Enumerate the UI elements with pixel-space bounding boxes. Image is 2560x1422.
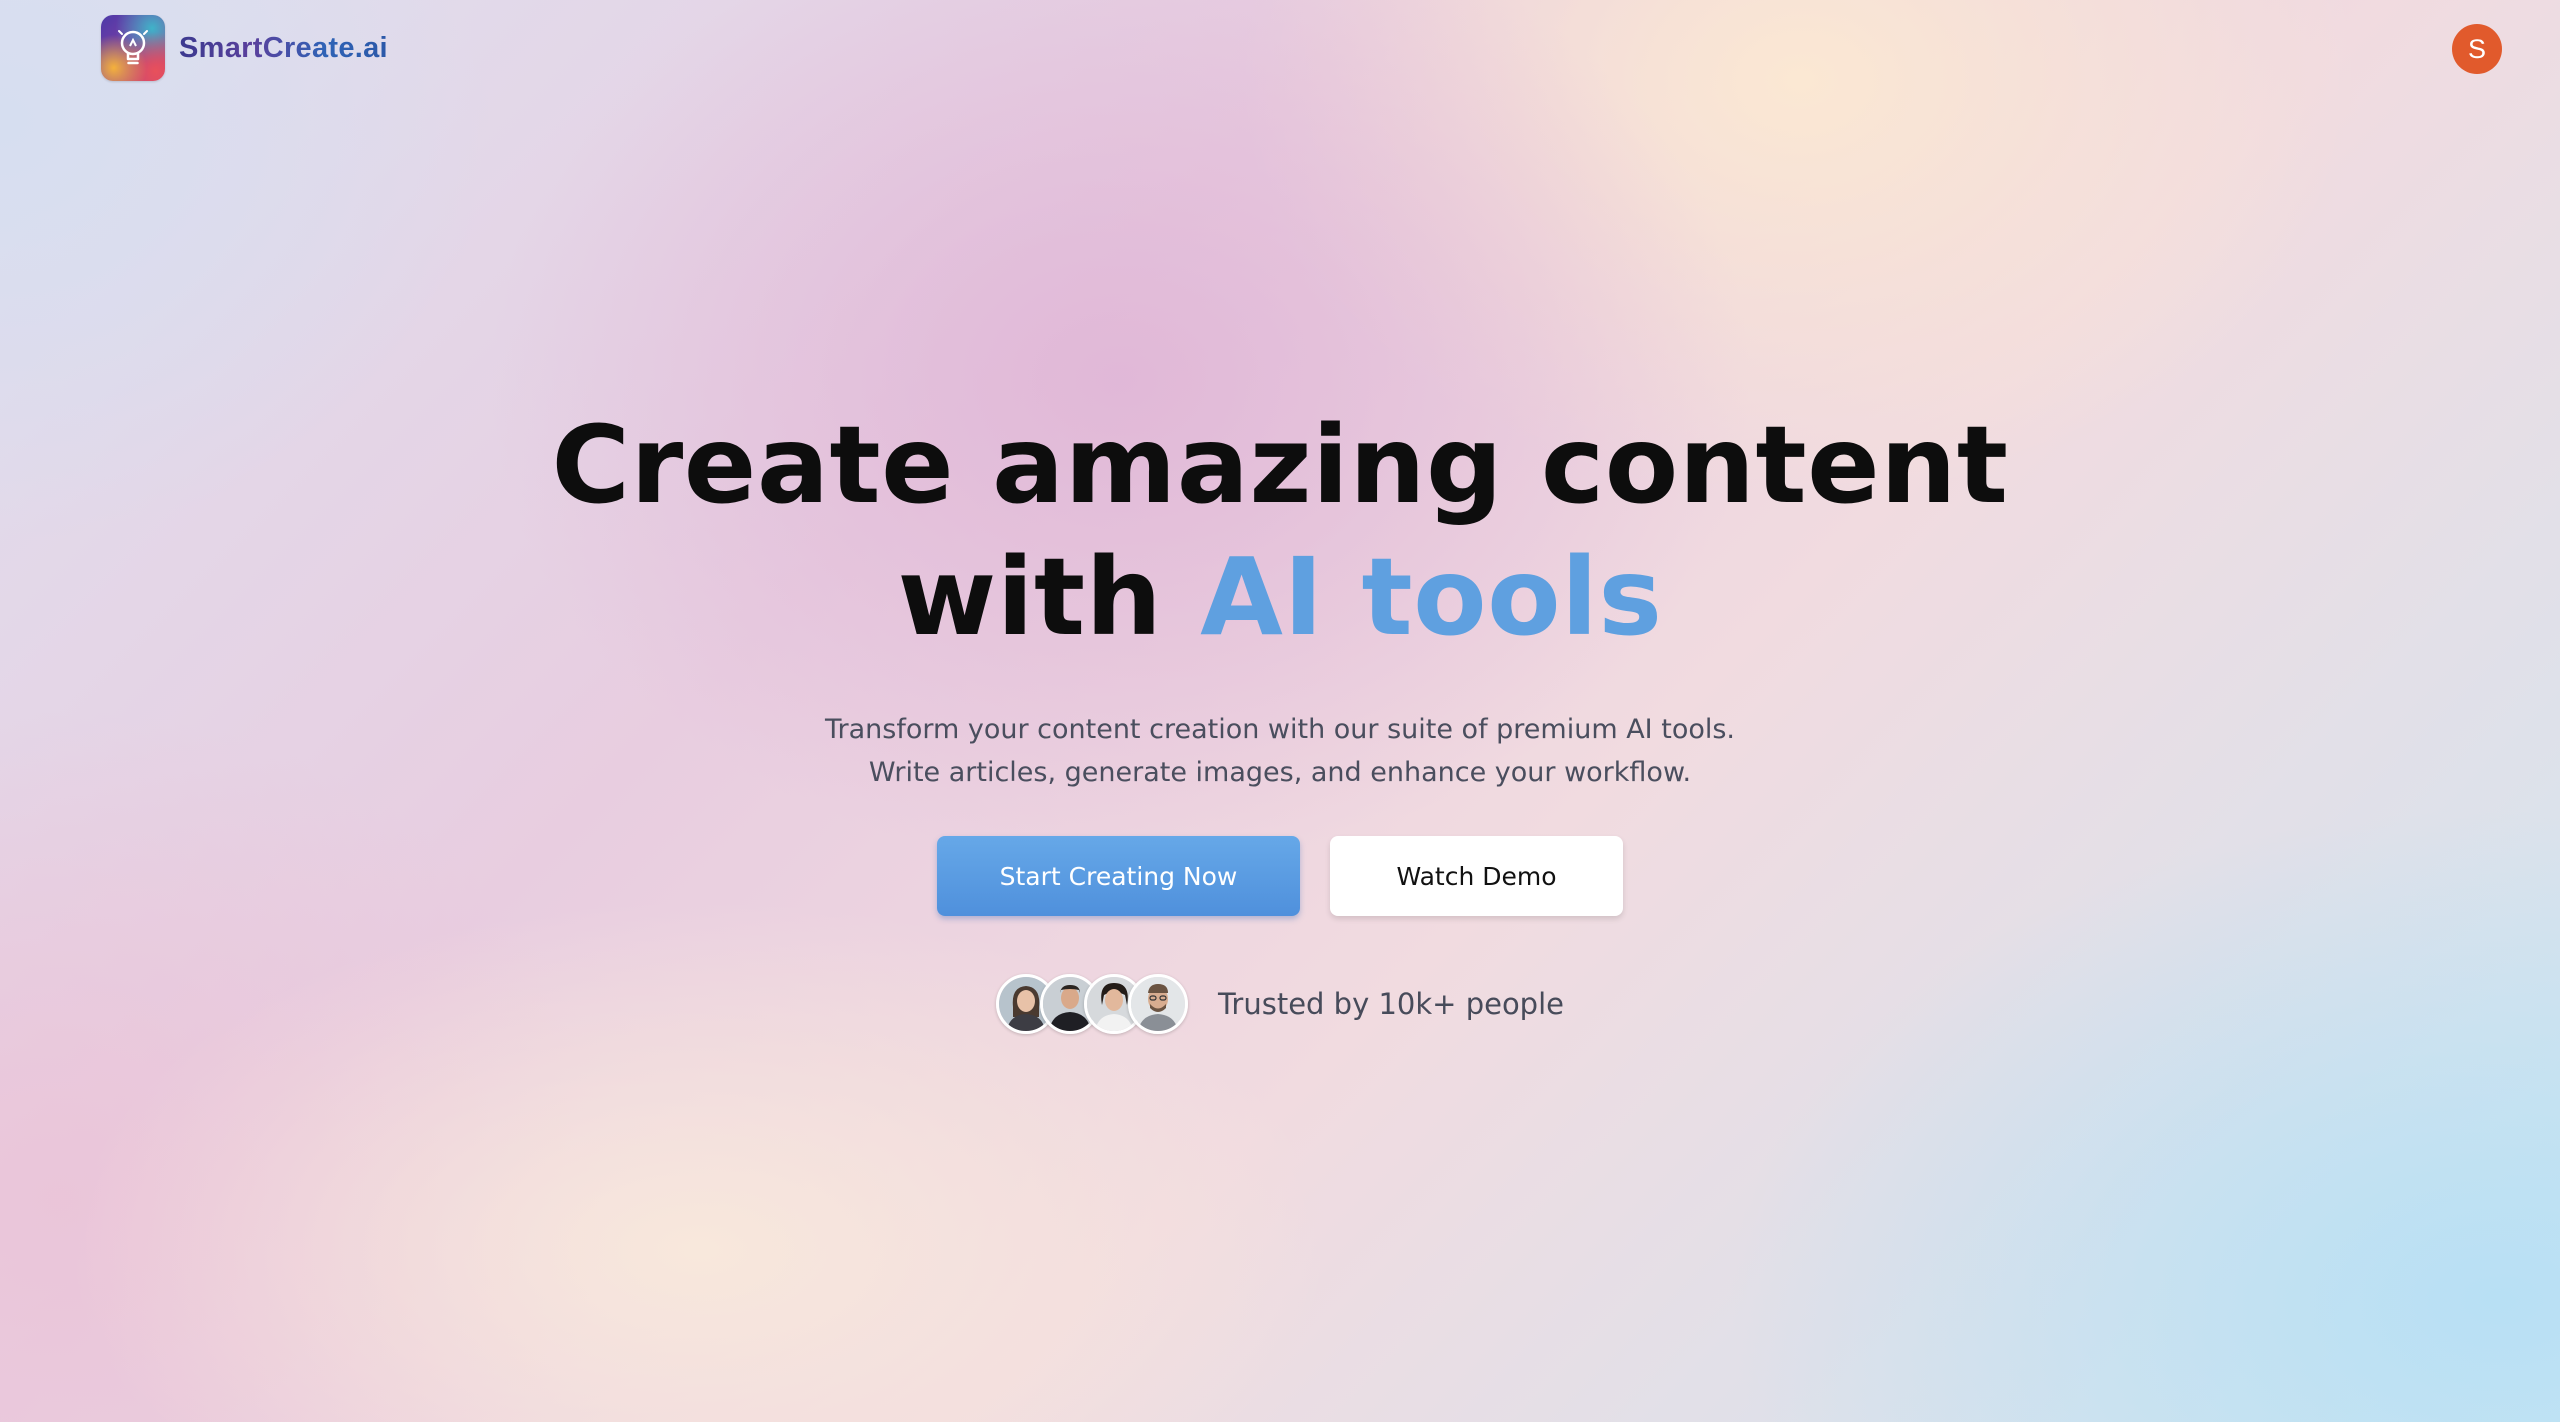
cta-button-group: Start Creating Now Watch Demo	[0, 836, 2560, 916]
social-proof: Trusted by 10k+ people	[0, 974, 2560, 1034]
user-avatar-initial: S	[2467, 33, 2486, 64]
user-avatar-button[interactable]: S	[2452, 24, 2502, 74]
hero-subtitle: Transform your content creation with our…	[730, 708, 1830, 794]
headline-line-1: Create amazing content	[551, 404, 2009, 528]
avatar-stack	[995, 974, 1188, 1034]
subtitle-line-1: Transform your content creation with our…	[824, 714, 1736, 745]
headline-line-2-prefix: with	[897, 536, 1163, 660]
person-avatar-4	[1127, 974, 1188, 1034]
start-creating-button[interactable]: Start Creating Now	[937, 836, 1300, 916]
headline-accent-text: AI tools	[1200, 536, 1663, 660]
hero-headline: Create amazing content with AI tools	[0, 400, 2560, 664]
lightbulb-icon	[101, 15, 165, 81]
hero-section: Create amazing content with AI tools Tra…	[0, 400, 2560, 1034]
top-navigation-bar: SmartCreate.ai S	[0, 0, 2560, 96]
subtitle-line-2: Write articles, generate images, and enh…	[868, 757, 1692, 788]
watch-demo-button[interactable]: Watch Demo	[1330, 836, 1623, 916]
trust-text: Trusted by 10k+ people	[1217, 987, 1564, 1021]
brand-name: SmartCreate.ai	[179, 31, 388, 64]
brand-logo-link[interactable]: SmartCreate.ai	[101, 15, 388, 81]
